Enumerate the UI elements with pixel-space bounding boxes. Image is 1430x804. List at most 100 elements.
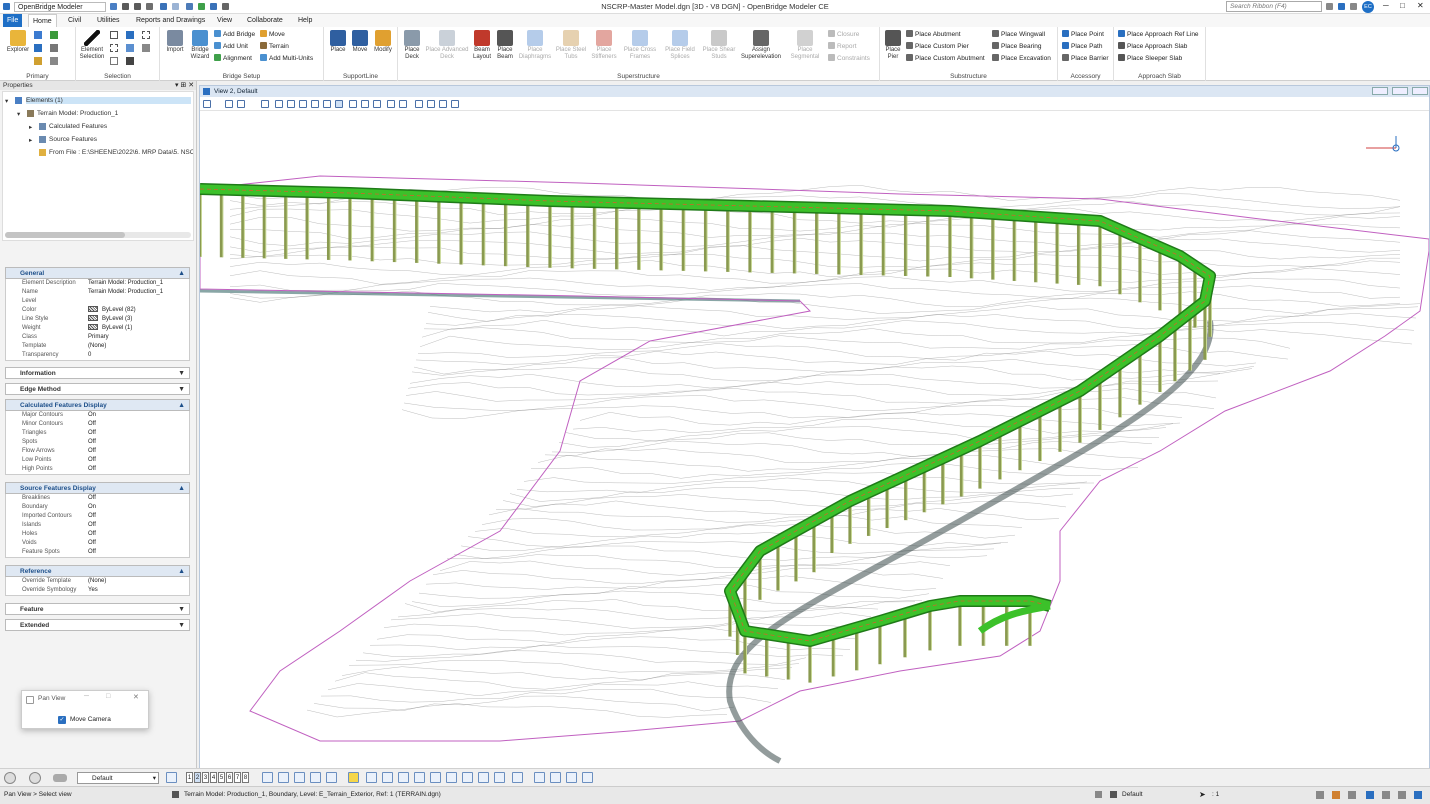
circle-icon[interactable]	[414, 772, 425, 783]
view-display-icon[interactable]	[310, 772, 321, 783]
place-approach-ref-line-button[interactable]: Place Approach Ref Line	[1118, 30, 1199, 40]
property-row[interactable]: Boundary On	[6, 503, 189, 512]
view-button-7[interactable]: 7	[234, 772, 241, 783]
view-previous-icon[interactable]	[349, 100, 357, 108]
property-row[interactable]: Low Points Off	[6, 456, 189, 465]
tab-collaborate[interactable]: Collaborate	[243, 14, 287, 27]
property-row[interactable]: Major Contours On	[6, 411, 189, 420]
tree-calculated-features[interactable]: Calculated Features	[49, 123, 107, 130]
user-avatar[interactable]: EC	[1362, 1, 1374, 13]
cloud-icon[interactable]	[53, 774, 67, 782]
place-sleeper-slab-button[interactable]: Place Sleeper Slab	[1118, 54, 1182, 64]
property-value[interactable]: (None)	[88, 577, 106, 586]
zoom-out-icon[interactable]	[287, 100, 295, 108]
supportline-modify-button[interactable]: Modify	[371, 30, 395, 54]
property-value[interactable]: Primary	[88, 333, 109, 342]
tree-toggle-icon[interactable]: ▾	[5, 97, 8, 105]
property-value[interactable]: Off	[88, 456, 96, 465]
explorer-button[interactable]: Explorer	[4, 30, 32, 54]
grid-icon[interactable]	[550, 772, 561, 783]
place-excavation-button[interactable]: Place Excavation	[992, 54, 1051, 64]
tab-view[interactable]: View	[213, 14, 236, 27]
section-general[interactable]: General ▲	[5, 267, 190, 279]
tool-settings-icon[interactable]	[50, 57, 58, 65]
place-wingwall-button[interactable]: Place Wingwall	[992, 30, 1045, 40]
view-button-3[interactable]: 3	[202, 772, 209, 783]
copy-view-icon[interactable]	[387, 100, 395, 108]
fit-view-icon[interactable]	[311, 100, 319, 108]
place-approach-slab-button[interactable]: Place Approach Slab	[1118, 42, 1187, 52]
place-beam-button[interactable]: Place Beam	[494, 30, 516, 60]
fence-mode-icon[interactable]	[110, 57, 118, 65]
dialog-maximize-icon[interactable]: □	[106, 693, 110, 700]
place-diaphragms-button[interactable]: Place Diaphragms	[516, 30, 554, 60]
property-value[interactable]: ByLevel (1)	[88, 324, 132, 333]
import-button[interactable]: Import	[162, 30, 188, 54]
section-edge-method[interactable]: Edge Method ▼	[5, 383, 190, 395]
property-value[interactable]: Off	[88, 530, 96, 539]
property-value[interactable]: Off	[88, 465, 96, 474]
view-next-icon[interactable]	[361, 100, 369, 108]
render-icon[interactable]	[237, 100, 245, 108]
place-line-icon[interactable]	[398, 772, 409, 783]
constraints-button[interactable]: Constraints	[828, 54, 870, 64]
view-restore-icon[interactable]	[1392, 87, 1408, 95]
property-row[interactable]: Holes Off	[6, 530, 189, 539]
models-icon[interactable]	[34, 44, 42, 52]
supportline-move-button[interactable]: Move	[349, 30, 371, 54]
saved-views-icon[interactable]	[451, 100, 459, 108]
alignment-button[interactable]: Alignment	[214, 54, 252, 64]
property-row[interactable]: Imported Contours Off	[6, 512, 189, 521]
property-value[interactable]: On	[88, 411, 96, 420]
notifications-icon[interactable]	[1338, 3, 1345, 10]
references-icon[interactable]	[50, 44, 58, 52]
property-row[interactable]: Breaklines Off	[6, 494, 189, 503]
report-button[interactable]: Report	[828, 42, 857, 52]
tab-reports-and-drawings[interactable]: Reports and Drawings	[132, 14, 209, 27]
place-cross-frames-button[interactable]: Place Cross Frames	[620, 30, 660, 60]
locks-icon[interactable]	[294, 772, 305, 783]
table-icon[interactable]	[566, 772, 577, 783]
tab-help[interactable]: Help	[294, 14, 316, 27]
property-value[interactable]: Off	[88, 548, 96, 557]
property-row[interactable]: Class Primary	[6, 333, 189, 342]
view-button-1[interactable]: 1	[186, 772, 193, 783]
property-row[interactable]: Voids Off	[6, 539, 189, 548]
perspective-icon[interactable]	[427, 100, 435, 108]
model-selector[interactable]: Default ▾	[77, 772, 159, 784]
assign-superelevation-button[interactable]: Assign Superelevation	[738, 30, 784, 60]
hash-icon[interactable]	[582, 772, 593, 783]
place-path-button[interactable]: Place Path	[1062, 42, 1102, 52]
group-icon[interactable]	[126, 44, 134, 52]
arc-icon[interactable]	[446, 772, 457, 783]
tree-root-elements[interactable]: Elements (1)	[26, 97, 191, 104]
tree-expand-icon[interactable]: ▸	[29, 136, 32, 144]
add-unit-button[interactable]: Add Unit	[214, 42, 248, 52]
property-value[interactable]: Terrain Model: Production_1	[88, 279, 163, 288]
place-deck-button[interactable]: Place Deck	[400, 30, 424, 60]
view-button-8[interactable]: 8	[242, 772, 249, 783]
section-calculated-features-display[interactable]: Calculated Features Display ▲	[5, 399, 190, 411]
info-icon[interactable]	[1366, 791, 1374, 799]
property-value[interactable]: Off	[88, 420, 96, 429]
network-icon[interactable]	[1382, 791, 1390, 799]
help-status-icon[interactable]	[1414, 791, 1422, 799]
place-segmental-button[interactable]: Place Segmental	[784, 30, 826, 60]
attach-icon[interactable]	[34, 31, 42, 39]
bridge-move-button[interactable]: Move	[260, 30, 285, 40]
property-row[interactable]: Line Style ByLevel (3)	[6, 315, 189, 324]
forward-icon[interactable]	[29, 772, 41, 784]
property-row[interactable]: Color ByLevel (82)	[6, 306, 189, 315]
panel-pin-icon[interactable]: ▾ ⊞ ✕	[175, 81, 194, 89]
place-point-button[interactable]: Place Point	[1062, 30, 1104, 40]
tree-expand-icon[interactable]: ▸	[29, 123, 32, 131]
property-row[interactable]: High Points Off	[6, 465, 189, 474]
layers-icon[interactable]	[534, 772, 545, 783]
property-row[interactable]: Flow Arrows Off	[6, 447, 189, 456]
property-value[interactable]: Terrain Model: Production_1	[88, 288, 163, 297]
selection-mode-icon[interactable]	[348, 772, 359, 783]
cloud-sync-icon[interactable]	[1316, 791, 1324, 799]
tree-scrollbar[interactable]	[5, 232, 191, 238]
dialog-close-icon[interactable]: ✕	[133, 693, 139, 701]
dialog-minimize-icon[interactable]: ─	[84, 693, 89, 700]
